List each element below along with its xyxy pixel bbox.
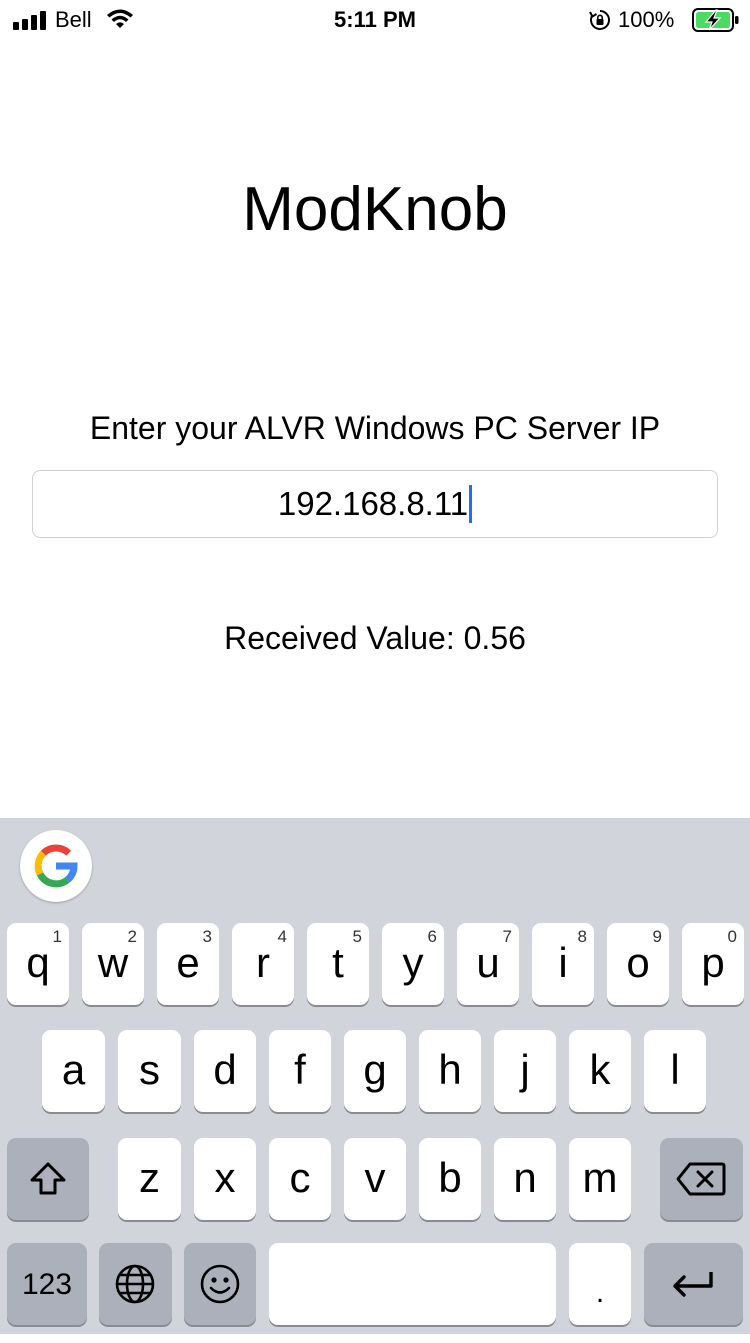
text-caret bbox=[469, 485, 473, 523]
key-w[interactable]: w2 bbox=[82, 923, 144, 1005]
emoji-icon bbox=[200, 1264, 240, 1304]
key-s[interactable]: s bbox=[118, 1030, 181, 1112]
battery-percent: 100% bbox=[618, 7, 675, 32]
key-d[interactable]: d bbox=[194, 1030, 256, 1112]
key-hint: 9 bbox=[652, 927, 662, 946]
server-ip-value: 192.168.8.11 bbox=[277, 485, 469, 522]
key-label: u bbox=[476, 939, 500, 986]
globe-icon bbox=[115, 1264, 155, 1304]
key-hint: 2 bbox=[127, 927, 137, 946]
shift-icon bbox=[30, 1162, 66, 1195]
key-z[interactable]: z bbox=[118, 1138, 181, 1220]
key-j[interactable]: j bbox=[494, 1030, 556, 1112]
key-hint: 1 bbox=[52, 927, 62, 946]
server-ip-input[interactable]: 192.168.8.11 bbox=[32, 470, 718, 538]
key-label: l bbox=[670, 1046, 680, 1093]
key-k[interactable]: k bbox=[569, 1030, 631, 1112]
key-r[interactable]: r4 bbox=[232, 923, 294, 1005]
numbers-key[interactable]: 123 bbox=[7, 1243, 87, 1325]
key-hint: 7 bbox=[502, 927, 512, 946]
key-l[interactable]: l bbox=[644, 1030, 706, 1112]
key-f[interactable]: f bbox=[269, 1030, 331, 1112]
shift-key[interactable] bbox=[7, 1138, 89, 1220]
key-label: h bbox=[438, 1046, 462, 1093]
rotation-lock-icon bbox=[589, 10, 610, 30]
key-label: 123 bbox=[21, 1268, 73, 1301]
key-b[interactable]: b bbox=[419, 1138, 481, 1220]
key-label: q bbox=[26, 939, 50, 986]
key-label: j bbox=[520, 1046, 530, 1093]
key-hint: 4 bbox=[277, 927, 287, 946]
period-key[interactable]: . bbox=[569, 1243, 631, 1325]
key-hint: 3 bbox=[202, 927, 212, 946]
key-label: b bbox=[438, 1154, 462, 1201]
key-hint: 0 bbox=[727, 927, 737, 946]
key-i[interactable]: i8 bbox=[532, 923, 594, 1005]
key-a[interactable]: a bbox=[42, 1030, 105, 1112]
key-hint: 6 bbox=[427, 927, 437, 946]
key-label: w bbox=[97, 939, 129, 986]
key-c[interactable]: c bbox=[269, 1138, 331, 1220]
key-label: m bbox=[582, 1154, 618, 1201]
key-label: . bbox=[595, 1276, 605, 1309]
key-e[interactable]: e3 bbox=[157, 923, 219, 1005]
key-v[interactable]: v bbox=[344, 1138, 406, 1220]
key-label: k bbox=[589, 1046, 611, 1093]
key-p[interactable]: p0 bbox=[682, 923, 744, 1005]
keyboard: q1 w2 e3 r4 t5 y6 u7 i8 o9 p0 a s d f g … bbox=[0, 818, 750, 1334]
key-hint: 8 bbox=[577, 927, 587, 946]
key-label: x bbox=[214, 1154, 236, 1201]
key-label: e bbox=[176, 939, 200, 986]
key-g[interactable]: g bbox=[344, 1030, 406, 1112]
received-value-label: Received Value: 0.56 bbox=[224, 620, 526, 656]
key-label: y bbox=[402, 939, 424, 986]
key-x[interactable]: x bbox=[194, 1138, 256, 1220]
return-key[interactable] bbox=[644, 1243, 743, 1325]
key-label: t bbox=[332, 939, 344, 986]
key-label: o bbox=[626, 939, 650, 986]
key-label: p bbox=[701, 939, 725, 986]
key-hint: 5 bbox=[352, 927, 362, 946]
key-label: z bbox=[139, 1154, 160, 1201]
google-button[interactable] bbox=[20, 830, 92, 902]
delete-key[interactable] bbox=[660, 1138, 743, 1220]
key-n[interactable]: n bbox=[494, 1138, 556, 1220]
key-q[interactable]: q1 bbox=[7, 923, 69, 1005]
key-h[interactable]: h bbox=[419, 1030, 481, 1112]
space-key[interactable] bbox=[269, 1243, 556, 1325]
app-title: ModKnob bbox=[242, 175, 508, 244]
key-label: d bbox=[213, 1046, 237, 1093]
delete-icon bbox=[676, 1162, 726, 1196]
globe-key[interactable] bbox=[99, 1243, 172, 1325]
key-o[interactable]: o9 bbox=[607, 923, 669, 1005]
key-label: v bbox=[364, 1154, 386, 1201]
key-label: i bbox=[558, 939, 568, 986]
key-y[interactable]: y6 bbox=[382, 923, 444, 1005]
key-label: n bbox=[513, 1154, 537, 1201]
key-label: g bbox=[363, 1046, 387, 1093]
ip-prompt-label: Enter your ALVR Windows PC Server IP bbox=[89, 410, 661, 446]
google-logo-icon bbox=[34, 844, 78, 888]
key-m[interactable]: m bbox=[569, 1138, 631, 1220]
status-bar: Bell 5:11 PM 100% bbox=[0, 0, 750, 40]
key-label: r bbox=[256, 939, 270, 986]
key-label: s bbox=[139, 1046, 160, 1093]
battery-charging-icon bbox=[692, 8, 739, 32]
key-u[interactable]: u7 bbox=[457, 923, 519, 1005]
return-icon bbox=[673, 1272, 713, 1297]
key-label: c bbox=[289, 1154, 311, 1201]
emoji-key[interactable] bbox=[184, 1243, 256, 1325]
key-label: f bbox=[294, 1046, 306, 1093]
key-label: a bbox=[61, 1046, 86, 1093]
key-t[interactable]: t5 bbox=[307, 923, 369, 1005]
